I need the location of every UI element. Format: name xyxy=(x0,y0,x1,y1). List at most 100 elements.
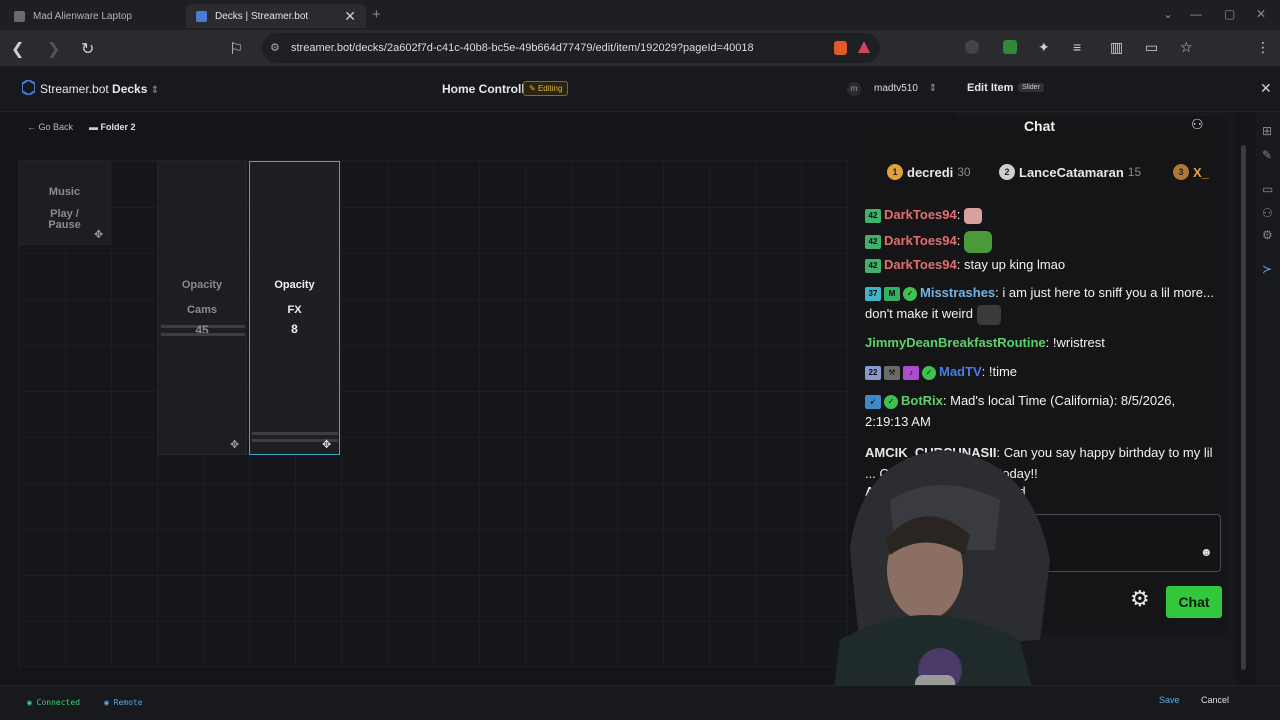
slider-track[interactable] xyxy=(252,432,338,435)
forward-icon[interactable]: ❯ xyxy=(47,39,60,59)
chat-send-button[interactable]: Chat xyxy=(1166,586,1222,618)
extension-icon[interactable] xyxy=(1003,40,1017,54)
reload-icon[interactable]: ↻ xyxy=(81,39,94,59)
chat-input[interactable]: ☻ xyxy=(859,514,1221,572)
extensions-puzzle-icon[interactable]: ✦ xyxy=(1038,39,1050,56)
bookmark-icon[interactable]: ⚐ xyxy=(229,39,243,59)
chat-text: i am just here to sniff you a lil more..… xyxy=(865,285,1214,321)
page-icon xyxy=(14,10,25,22)
users-icon[interactable]: ⚇ xyxy=(1191,116,1204,133)
chat-message: 42 DarkToes94: xyxy=(865,204,1215,225)
browser-tabbar: Mad Alienware Laptop Decks | Streamer.bo… xyxy=(0,0,1280,30)
verified-icon: ✓ xyxy=(884,394,898,409)
bot-badge: ➹ xyxy=(865,394,881,409)
chat-username: JimmyDeanBreakfastRoutine xyxy=(865,335,1046,350)
username[interactable]: madtv510 ⇕ xyxy=(874,83,937,94)
gear-icon[interactable]: ⚙ xyxy=(1130,586,1150,612)
editing-badge: ✎ Editing xyxy=(523,81,569,96)
tab-title: Mad Alienware Laptop xyxy=(33,10,132,22)
chat-username: AMCI xyxy=(865,484,899,499)
resize-handle-icon[interactable]: ✥ xyxy=(94,228,103,241)
browser-tab-active[interactable]: Decks | Streamer.bot ✕ xyxy=(186,4,366,28)
breadcrumb-folder[interactable]: ▬ Folder 2 xyxy=(89,122,136,132)
site-info-icon[interactable]: ⚙ xyxy=(270,41,280,54)
chevron-updown-icon[interactable]: ⇕ xyxy=(929,83,937,94)
close-icon[interactable]: ✕ xyxy=(1260,80,1272,97)
deck-grid[interactable]: Music Play / Pause ✥ Opacity Cams 45 ✥ O… xyxy=(18,160,848,667)
minimize-icon[interactable]: — xyxy=(1190,7,1202,21)
browser-tab[interactable]: Mad Alienware Laptop xyxy=(4,4,184,28)
save-button[interactable]: Save xyxy=(1159,695,1180,705)
go-back-label: Go Back xyxy=(38,122,74,132)
chat-message: 22 ⚒ ♪ ✓ MadTV: !time xyxy=(865,361,1215,382)
brave-rewards-icon[interactable] xyxy=(858,41,870,53)
chat-username: Misstrashes xyxy=(920,285,996,300)
edit-icon[interactable]: ✎ xyxy=(1262,148,1272,162)
pinned-supporter: 3 X_ xyxy=(1173,164,1209,180)
mod-badge: M xyxy=(884,286,900,301)
terminal-icon[interactable]: ≻ xyxy=(1262,262,1272,276)
slider-fill[interactable] xyxy=(161,333,245,336)
supporter-count: 30 xyxy=(957,165,971,179)
leo-ai-icon[interactable]: ☆ xyxy=(1180,39,1193,56)
chat-text: stay up king lmao xyxy=(963,257,1066,272)
chat-message: AMCI xd xyxy=(865,481,1215,502)
folder-icon: ▬ xyxy=(89,122,98,132)
menu-icon[interactable]: ⋮ xyxy=(1256,39,1270,56)
settings-icon[interactable]: ⚙ xyxy=(1262,228,1273,242)
tab-title: Decks | Streamer.bot xyxy=(215,10,309,22)
user-icon[interactable]: ⚇ xyxy=(1262,206,1273,220)
side-toolbar: ⊞ ✎ ▭ ⚇ ⚙ ≻ xyxy=(1256,112,1280,685)
scrollbar[interactable] xyxy=(1241,145,1246,670)
go-back-button[interactable]: ← Go Back xyxy=(27,122,73,132)
emoji-icon[interactable]: ☻ xyxy=(1200,545,1213,559)
new-tab-icon[interactable]: + xyxy=(372,6,381,23)
screen-icon[interactable]: ▭ xyxy=(1262,182,1273,196)
tool-badge: ⚒ xyxy=(884,365,900,380)
chat-message: 42 DarkToes94: xyxy=(865,230,1215,253)
deck-item-music[interactable]: Music Play / Pause ✥ xyxy=(19,161,110,245)
verified-icon: ✓ xyxy=(903,286,917,301)
sidebar-icon[interactable]: ▥ xyxy=(1110,39,1123,56)
chat-username: BotRix xyxy=(901,393,943,408)
folder-label: Folder 2 xyxy=(100,122,136,132)
slider-item-cams[interactable]: Opacity Cams 45 ✥ xyxy=(157,161,247,455)
avatar[interactable]: m xyxy=(847,82,861,96)
pepe-emote-image xyxy=(963,230,992,253)
tile-title: Opacity xyxy=(274,279,315,291)
chat-username: AMCIK_CURCUNASII xyxy=(865,445,997,460)
resize-handle-icon[interactable]: ✥ xyxy=(230,438,239,451)
slider-item-fx[interactable]: Opacity FX 8 ✥ xyxy=(249,161,340,455)
resize-handle-icon[interactable]: ✥ xyxy=(322,438,331,451)
playlist-icon[interactable]: ≡ xyxy=(1073,39,1081,55)
close-tab-icon[interactable]: ✕ xyxy=(344,8,356,25)
tile-subtitle: FX xyxy=(287,304,302,316)
url-text[interactable]: streamer.bot/decks/2a602f7d-c41c-40b8-bc… xyxy=(291,42,754,54)
verified-icon: ✓ xyxy=(922,365,936,380)
wallet-icon[interactable]: ▭ xyxy=(1145,39,1158,56)
item-type-badge: Slider xyxy=(1018,83,1044,92)
address-bar[interactable]: ⚙ streamer.bot/decks/2a602f7d-c41c-40b8-… xyxy=(262,33,880,63)
brand[interactable]: Streamer.bot Decks ⇕ xyxy=(40,82,159,96)
chat-title: Chat xyxy=(1023,118,1056,134)
rank-badge: 1 xyxy=(887,164,903,180)
chevron-updown-icon[interactable]: ⇕ xyxy=(151,85,159,96)
deck-title: Home Controll xyxy=(442,82,525,96)
chat-username: DarkToes94 xyxy=(884,257,957,272)
emote-image xyxy=(976,304,1001,325)
supporter-name: LanceCatamaran xyxy=(1019,164,1124,180)
extension-icon[interactable] xyxy=(965,40,979,54)
brave-shield-icon[interactable] xyxy=(834,41,847,55)
cancel-button[interactable]: Cancel xyxy=(1201,695,1229,705)
close-window-icon[interactable]: ✕ xyxy=(1256,7,1266,21)
app-header: Streamer.bot Decks ⇕ Home Controll ✎ Edi… xyxy=(0,66,1280,112)
back-icon[interactable]: ❮ xyxy=(11,39,24,59)
chat-overlay: Chat ⚇ 1 decredi 30 2 LanceCatamaran 15 … xyxy=(851,116,1228,634)
maximize-icon[interactable]: ▢ xyxy=(1224,7,1235,21)
editing-badge-label: Editing xyxy=(537,84,563,93)
tab-list-icon[interactable]: ⌄ xyxy=(1163,7,1173,21)
supporter-name: decredi xyxy=(907,164,954,180)
add-icon[interactable]: ⊞ xyxy=(1262,124,1272,138)
mic-badge: ♪ xyxy=(903,365,919,380)
sub-badge: 22 xyxy=(865,365,881,380)
